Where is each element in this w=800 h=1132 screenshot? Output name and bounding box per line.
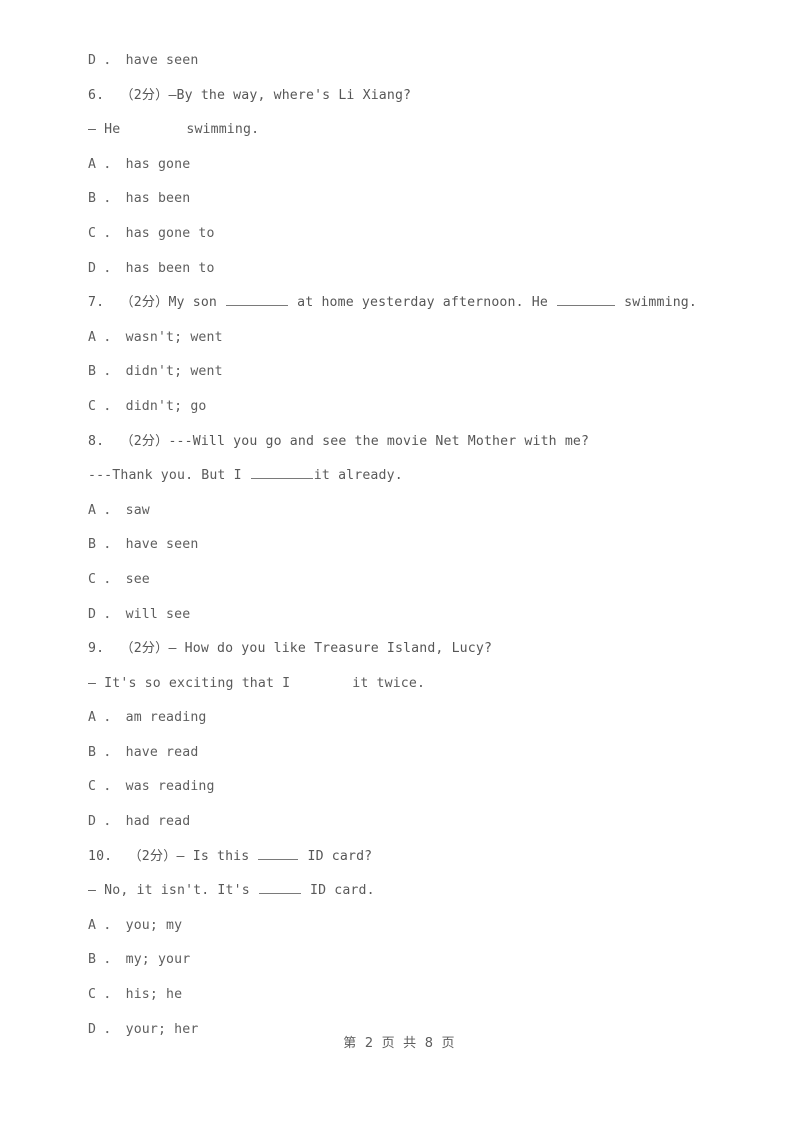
answer-blank (250, 466, 313, 480)
stem-text-part-b: ID card? (299, 848, 373, 864)
question-stem-6: 6. （2分）—By the way, where's Li Xiang? (88, 87, 412, 103)
option-item: A ． am reading (88, 710, 207, 726)
option-item: C ． see (88, 571, 150, 587)
option-item: D ． will see (88, 606, 191, 622)
document-page: D ． have seen 6. （2分）—By the way, where'… (0, 0, 800, 1132)
page-footer: 第 2 页 共 8 页 (343, 1036, 457, 1051)
stem-text-part-b: at home yesterday afternoon. He (289, 295, 557, 311)
option-item: C ． his; he (88, 987, 183, 1003)
reply-text-part-a: — No, it isn't. It's (88, 883, 258, 899)
stem-text-part-a: 7. （2分）My son (88, 295, 226, 311)
reply-text-part-b: ID card. (301, 883, 375, 899)
stem-text-part-c: swimming. (616, 295, 697, 311)
question-reply-8: ---Thank you. But I it already. (88, 459, 728, 494)
option-item: A ． has gone (88, 156, 191, 172)
question-reply-6: — He swimming. (88, 113, 728, 148)
option-item: C ． has gone to (88, 225, 215, 241)
option-item: B ． has been (88, 191, 191, 207)
question-stem-10: 10. （2分）— Is this ID card? (88, 840, 728, 875)
question-stem-8: 8. （2分）---Will you go and see the movie … (88, 433, 590, 449)
question-reply-10: — No, it isn't. It's ID card. (88, 874, 728, 909)
reply-text-part-b: swimming. (186, 122, 260, 138)
option-item: D ． had read (88, 814, 191, 830)
reply-text-part-a: — It's so exciting that I (88, 675, 291, 691)
reply-text-part-a: ---Thank you. But I (88, 468, 250, 484)
answer-blank (258, 847, 299, 860)
option-item: B ． have read (88, 744, 199, 760)
question-stem-7: 7. （2分）My son at home yesterday afternoo… (88, 286, 728, 321)
reply-text-part-a: — He (88, 122, 121, 138)
reply-text-part-b: it already. (313, 468, 403, 484)
option-item: C ． didn't; go (88, 398, 207, 414)
option-item: A ． wasn't; went (88, 329, 223, 345)
option-item: D ． have seen (88, 53, 199, 68)
answer-blank (226, 293, 289, 307)
option-item: B ． didn't; went (88, 364, 223, 380)
reply-text-part-b: it twice. (352, 675, 426, 691)
option-item: C ． was reading (88, 779, 215, 795)
question-list: D ． have seen 6. （2分）—By the way, where'… (88, 44, 728, 1047)
answer-blank (557, 293, 616, 307)
option-item: A ． you; my (88, 917, 183, 933)
stem-text-part-a: 10. （2分）— Is this (88, 848, 258, 864)
option-item: B ． my; your (88, 952, 191, 968)
option-item: B ． have seen (88, 537, 199, 553)
answer-blank (258, 881, 301, 895)
question-stem-9: 9. （2分）— How do you like Treasure Island… (88, 641, 493, 657)
option-item: D ． has been to (88, 260, 215, 276)
question-reply-9: — It's so exciting that I it twice. (88, 667, 728, 702)
option-item: A ． saw (88, 502, 150, 518)
